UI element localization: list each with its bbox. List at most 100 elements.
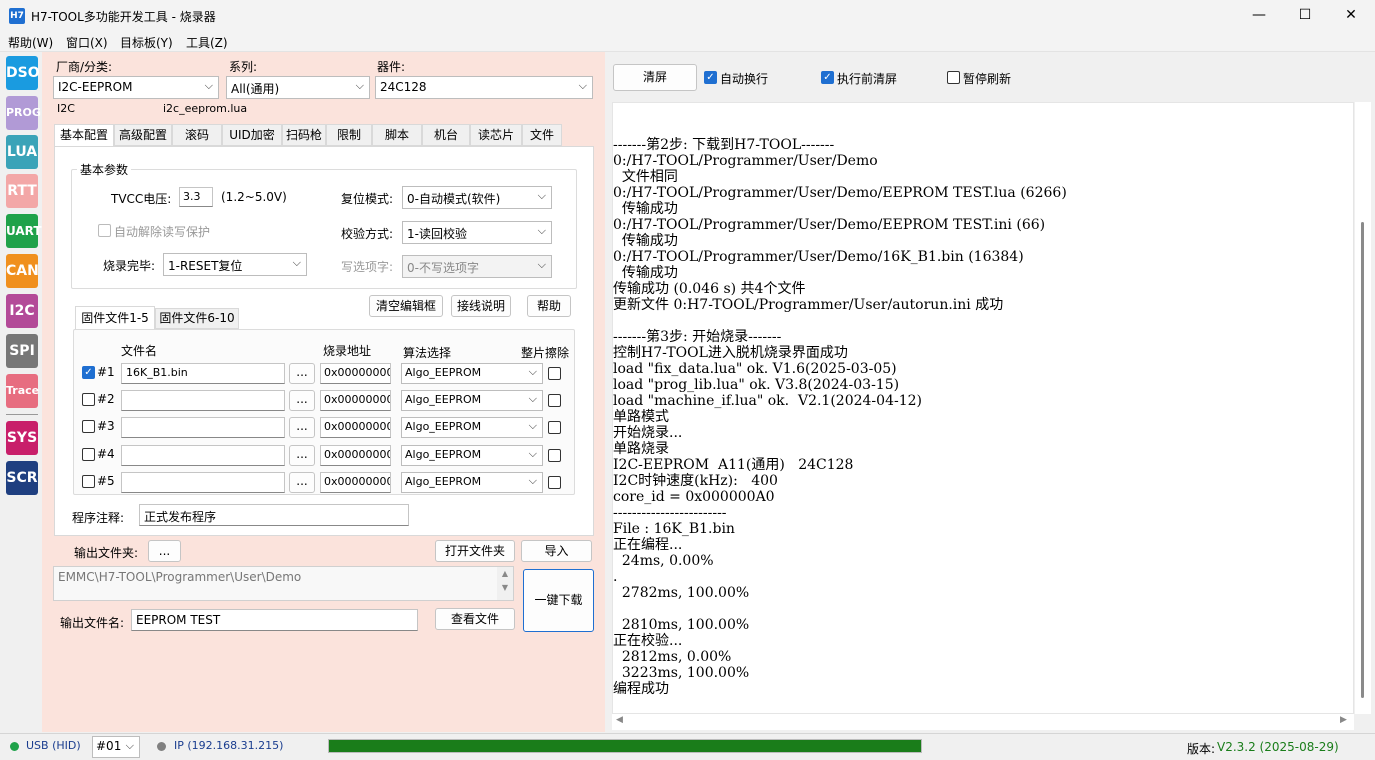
file-browse-button[interactable]: ...	[289, 472, 315, 493]
console-line: core_id = 0x000000A0	[613, 489, 775, 505]
output-path-box[interactable]: EMMC\H7-TOOL\Programmer\User\Demo	[53, 566, 514, 601]
tab-limits[interactable]: 限制	[326, 124, 372, 146]
output-folder-browse-button[interactable]: ...	[148, 540, 181, 562]
file-address-input[interactable]: 0x00000000	[320, 390, 391, 411]
done-action-select[interactable]: 1-RESET复位 ⌵	[163, 253, 307, 276]
pause-refresh-checkbox[interactable]	[947, 71, 960, 84]
sidebar-can-button[interactable]: CAN	[6, 254, 39, 288]
file-enable-checkbox[interactable]: ✓	[82, 366, 95, 379]
sidebar-dso-button[interactable]: DSO	[6, 56, 40, 90]
path-scrollbar[interactable]: ▲ ▼	[497, 567, 513, 600]
sidebar-sys-button[interactable]: SYS	[6, 421, 38, 455]
reset-mode-select[interactable]: 0-自动模式(软件) ⌵	[402, 186, 552, 209]
clear-before-run-checkbox[interactable]: ✓	[821, 71, 834, 84]
sidebar-lua-button[interactable]: LUA	[6, 135, 38, 169]
chip-erase-checkbox[interactable]	[548, 394, 561, 407]
one-key-download-button[interactable]: 一键下载	[523, 569, 594, 632]
file-enable-checkbox[interactable]	[82, 448, 95, 461]
chip-erase-checkbox[interactable]	[548, 476, 561, 489]
file-index-label: #4	[97, 447, 115, 461]
verify-select[interactable]: 1-读回校验 ⌵	[402, 221, 552, 244]
file-browse-button[interactable]: ...	[289, 390, 315, 411]
file-browse-button[interactable]: ...	[289, 445, 315, 466]
script-file-text: i2c_eeprom.lua	[163, 102, 248, 115]
tab-scanner[interactable]: 扫码枪	[282, 124, 326, 146]
wiring-help-button[interactable]: 接线说明	[451, 295, 511, 317]
import-button[interactable]: 导入	[521, 540, 592, 562]
file-address-input[interactable]: 0x00000000	[320, 417, 391, 438]
tab-read-chip[interactable]: 读芯片	[470, 124, 522, 146]
series-select[interactable]: All(通用) ⌵	[226, 76, 370, 99]
port-select[interactable]: #01 ⌵	[92, 736, 140, 758]
scroll-left-icon[interactable]: ◀	[616, 715, 623, 725]
tab-rolling-code[interactable]: 滚码	[172, 124, 222, 146]
tab-uid-encrypt[interactable]: UID加密	[222, 124, 282, 146]
tab-advanced-config[interactable]: 高级配置	[114, 124, 172, 146]
console-line: 24ms, 0.00%	[613, 553, 714, 569]
sidebar-i2c-button[interactable]: I2C	[6, 294, 38, 328]
write-option-select[interactable]: 0-不写选项字 ⌵	[402, 255, 552, 278]
chevron-down-icon: ⌵	[537, 224, 546, 237]
file-browse-button[interactable]: ...	[289, 417, 315, 438]
scroll-right-icon[interactable]: ▶	[1340, 715, 1347, 725]
file-algorithm-select[interactable]: Algo_EEPROM ⌵	[401, 390, 543, 411]
console-line: File : 16K_B1.bin	[613, 521, 735, 537]
maximize-button[interactable]: ☐	[1282, 0, 1328, 32]
vendor-select[interactable]: I2C-EEPROM ⌵	[53, 76, 219, 99]
console-horizontal-scrollbar[interactable]: ◀ ▶	[612, 714, 1354, 730]
file-browse-button[interactable]: ...	[289, 363, 315, 384]
file-name-input[interactable]	[121, 417, 285, 438]
auto-unlock-checkbox[interactable]	[98, 224, 111, 237]
file-address-input[interactable]: 0x00000000	[320, 363, 391, 384]
tab-machine[interactable]: 机台	[422, 124, 470, 146]
sidebar-rtt-button[interactable]: RTT	[6, 174, 38, 208]
file-enable-checkbox[interactable]	[82, 475, 95, 488]
console-vertical-scrollbar[interactable]	[1355, 102, 1371, 714]
sidebar-trace-button[interactable]: Trace	[6, 374, 39, 408]
file-algorithm-select[interactable]: Algo_EEPROM ⌵	[401, 445, 543, 466]
file-algorithm-select[interactable]: Algo_EEPROM ⌵	[401, 417, 543, 438]
chip-erase-checkbox[interactable]	[548, 449, 561, 462]
file-algorithm-select[interactable]: Algo_EEPROM ⌵	[401, 472, 543, 493]
tab-firmware-6-10[interactable]: 固件文件6-10	[155, 308, 239, 329]
menu-help[interactable]: 帮助(W)	[8, 34, 53, 51]
menu-window[interactable]: 窗口(X)	[66, 34, 108, 51]
device-select[interactable]: 24C128 ⌵	[375, 76, 593, 99]
file-name-input[interactable]	[121, 445, 285, 466]
auto-wrap-checkbox[interactable]: ✓	[704, 71, 717, 84]
close-button[interactable]: ✕	[1328, 0, 1374, 32]
scroll-thumb[interactable]	[1361, 222, 1364, 698]
menu-target-board[interactable]: 目标板(Y)	[120, 34, 173, 51]
view-file-button[interactable]: 查看文件	[435, 608, 515, 630]
tvcc-input[interactable]: 3.3	[179, 187, 213, 207]
file-name-input[interactable]: 16K_B1.bin	[121, 363, 285, 384]
sidebar-scr-button[interactable]: SCR	[6, 461, 38, 495]
sidebar-spi-button[interactable]: SPI	[6, 334, 38, 368]
file-enable-checkbox[interactable]	[82, 420, 95, 433]
console-output[interactable]: -------第2步: 下载到H7-TOOL------- 0:/H7-TOOL/…	[612, 102, 1354, 714]
file-algorithm-select[interactable]: Algo_EEPROM ⌵	[401, 363, 543, 384]
output-filename-input[interactable]: EEPROM TEST	[131, 609, 418, 631]
open-folder-button[interactable]: 打开文件夹	[435, 540, 515, 562]
minimize-button[interactable]: —	[1236, 0, 1282, 32]
sidebar-prog-button[interactable]: PROG	[6, 96, 41, 130]
tab-basic-config[interactable]: 基本配置	[54, 124, 114, 148]
file-name-input[interactable]	[121, 390, 285, 411]
clear-screen-button[interactable]: 清屏	[613, 64, 697, 91]
file-name-input[interactable]	[121, 472, 285, 493]
sidebar-uart-button[interactable]: UART	[6, 214, 42, 248]
menu-tools[interactable]: 工具(Z)	[186, 34, 228, 51]
clear-editbox-button[interactable]: 清空编辑框	[369, 295, 443, 317]
file-address-input[interactable]: 0x00000000	[320, 472, 391, 493]
app-logo-icon: H7	[9, 8, 25, 24]
tab-file[interactable]: 文件	[522, 124, 562, 146]
file-enable-checkbox[interactable]	[82, 393, 95, 406]
tab-script[interactable]: 脚本	[372, 124, 422, 146]
chip-erase-checkbox[interactable]	[548, 367, 561, 380]
file-address-input[interactable]: 0x00000000	[320, 445, 391, 466]
help-button[interactable]: 帮助	[527, 295, 571, 317]
tab-firmware-1-5[interactable]: 固件文件1-5	[75, 306, 155, 330]
menu-bar: 帮助(W) 窗口(X) 目标板(Y) 工具(Z)	[0, 32, 1375, 52]
comment-input[interactable]: 正式发布程序	[139, 504, 409, 526]
chip-erase-checkbox[interactable]	[548, 421, 561, 434]
